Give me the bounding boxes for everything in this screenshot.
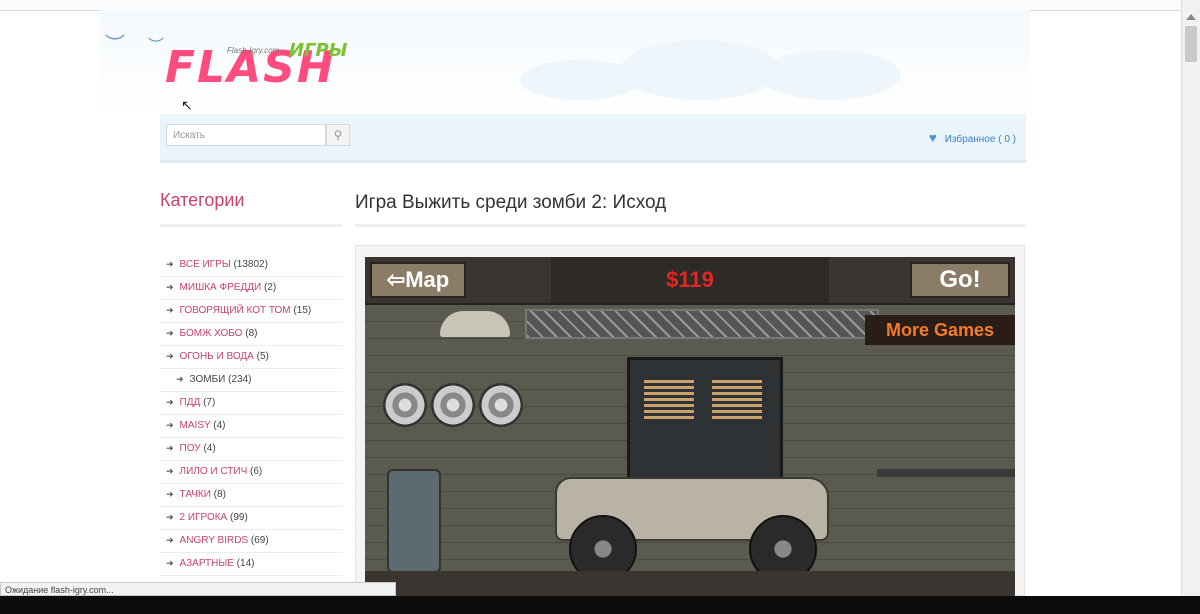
category-label: ПДД: [179, 397, 201, 408]
search-button[interactable]: ⚲: [326, 124, 350, 146]
page-title: Игра Выжить среди зомби 2: Исход: [355, 192, 667, 213]
category-count: (8): [245, 328, 258, 339]
category-count: (14): [236, 558, 255, 569]
arrow-right-icon: ➜: [166, 397, 174, 407]
category-item[interactable]: ➜ ПОУ (4): [160, 438, 342, 461]
map-button-label: Map: [405, 267, 450, 292]
category-item[interactable]: ➜ MAISY (4): [160, 415, 342, 438]
category-list: ➜ ВСЕ ИГРЫ (13802) ➜ МИШКА ФРЕДДИ (2) ➜ ГОВ…: [160, 254, 342, 576]
arrow-right-icon: ➜: [166, 489, 174, 499]
wheel-rack: [383, 383, 533, 433]
category-label: АЗАРТНЫЕ: [179, 558, 234, 569]
search-icon: ⚲: [333, 128, 343, 142]
arrow-right-icon: ➜: [166, 282, 174, 292]
arrow-right-icon: ➜: [166, 466, 174, 476]
garage-floor: [365, 571, 1015, 596]
category-label: ЛИЛО И СТИЧ: [179, 466, 248, 477]
logo-sub-text: ИГРЫ: [289, 40, 348, 61]
category-label: ПОУ: [179, 443, 201, 454]
status-bar: Ожидание flash-igry.com...: [0, 582, 396, 596]
ceiling-truss: [525, 309, 879, 339]
category-item[interactable]: ➜ БОМЖ ХОБО (8): [160, 323, 342, 346]
more-games-button[interactable]: More Games: [865, 315, 1015, 345]
map-button[interactable]: ⇦Map: [370, 262, 466, 298]
workbench: [877, 469, 1015, 477]
category-item[interactable]: ➜ ОГОНЬ И ВОДА (5): [160, 346, 342, 369]
category-item[interactable]: ➜ ВСЕ ИГРЫ (13802): [160, 254, 342, 277]
logo-site-text: Flash-Igry.com: [227, 46, 280, 55]
scroll-up-arrow-icon[interactable]: [1186, 14, 1196, 20]
category-item[interactable]: ➜ ПДД (7): [160, 392, 342, 415]
arrow-right-icon: ➜: [176, 374, 184, 384]
category-count: (13802): [233, 259, 268, 270]
favorites-link[interactable]: ♥ Избранное ( 0 ): [929, 130, 1016, 145]
door-vent: [644, 380, 694, 420]
category-count: (4): [213, 420, 226, 431]
taskbar: [0, 596, 1200, 614]
game-canvas[interactable]: More Games ⇦Map $119 Go!: [365, 257, 1015, 596]
arrow-right-icon: ➜: [166, 420, 174, 430]
buggy-car: [555, 447, 829, 583]
category-label: ОГОНЬ И ВОДА: [179, 351, 254, 362]
category-item[interactable]: ➜ ЛИЛО И СТИЧ (6): [160, 461, 342, 484]
arrow-right-icon: ➜: [166, 328, 174, 338]
wheel-icon: [383, 383, 427, 427]
divider: [355, 224, 1025, 227]
search-bar: Искать ⚲ ♥ Избранное ( 0 ): [160, 114, 1026, 163]
favorites-label: Избранное ( 0 ): [944, 134, 1016, 145]
divider: [160, 224, 342, 227]
category-count: (99): [230, 512, 248, 523]
wheel-icon: [431, 383, 475, 427]
category-label: ANGRY BIRDS: [179, 535, 249, 546]
wheel-icon: [479, 383, 523, 427]
category-count: (5): [256, 351, 269, 362]
site-logo[interactable]: FLASH ИГРЫ Flash-Igry.com: [165, 40, 365, 105]
bird-icon: ︶: [148, 38, 165, 55]
category-item[interactable]: ➜ АЗАРТНЫЕ (14): [160, 553, 342, 576]
game-hud: ⇦Map $119 Go!: [365, 257, 1015, 305]
arrow-right-icon: ➜: [166, 351, 174, 361]
category-count: (234): [228, 374, 252, 385]
category-count: (2): [263, 282, 277, 293]
category-item[interactable]: ➜ ТАЧКИ (8): [160, 484, 342, 507]
arrow-right-icon: ➜: [166, 512, 174, 522]
mouse-cursor-icon: ↖: [181, 97, 193, 113]
category-count: (4): [203, 443, 216, 454]
search-input[interactable]: Искать: [166, 124, 326, 146]
heart-icon: ♥: [929, 130, 937, 145]
categories-title: Категории: [160, 190, 245, 210]
arrow-right-icon: ➜: [166, 443, 174, 453]
category-count: (15): [293, 305, 312, 316]
category-label: ВСЕ ИГРЫ: [179, 259, 231, 270]
category-item[interactable]: ➜ ГОВОРЯЩИЙ КОТ ТОМ (15): [160, 300, 342, 323]
category-count: (7): [203, 397, 216, 408]
page-scrollbar[interactable]: [1181, 0, 1200, 596]
arrow-right-icon: ➜: [166, 535, 174, 545]
arrow-right-icon: ➜: [166, 558, 174, 568]
bird-icon: ︶: [105, 34, 125, 56]
category-label: БОМЖ ХОБО: [179, 328, 243, 339]
category-label: ГОВОРЯЩИЙ КОТ ТОМ: [179, 305, 291, 316]
arrow-right-icon: ➜: [166, 305, 174, 315]
category-label: 2 ИГРОКА: [179, 512, 228, 523]
category-count: (8): [213, 489, 226, 500]
category-item[interactable]: ➜ 2 ИГРОКА (99): [160, 507, 342, 530]
category-item-active[interactable]: ➜ ЗОМБИ (234): [160, 369, 342, 392]
category-label: ТАЧКИ: [179, 489, 211, 500]
lamp-icon: [440, 311, 510, 337]
category-label: МИШКА ФРЕДДИ: [179, 282, 262, 293]
money-display: $119: [551, 257, 829, 303]
back-arrow-icon: ⇦: [386, 267, 406, 292]
category-label: MAISY: [179, 420, 211, 431]
go-button[interactable]: Go!: [910, 262, 1010, 298]
category-item[interactable]: ➜ ANGRY BIRDS (69): [160, 530, 342, 553]
category-label: ЗОМБИ: [189, 374, 226, 385]
category-count: (6): [250, 466, 263, 477]
category-item[interactable]: ➜ МИШКА ФРЕДДИ (2): [160, 277, 342, 300]
arrow-right-icon: ➜: [166, 259, 174, 269]
scrollbar-thumb[interactable]: [1185, 26, 1197, 62]
barrel-icon: [387, 469, 441, 573]
category-count: (69): [250, 535, 269, 546]
door-vent: [712, 380, 762, 420]
